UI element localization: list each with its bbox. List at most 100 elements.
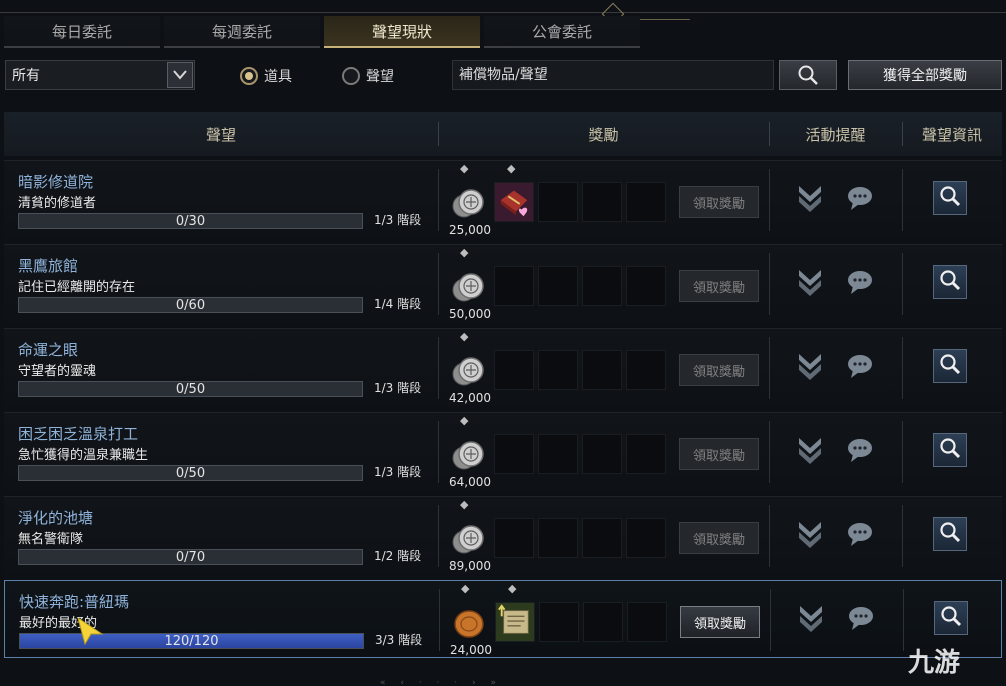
progress-bar: 0/60 (18, 297, 363, 313)
column-divider (902, 169, 903, 231)
chat-icon[interactable] (846, 437, 874, 463)
column-divider (438, 505, 439, 567)
search-icon (939, 437, 961, 463)
radio-items[interactable]: 道具 (240, 66, 292, 86)
reputation-title: 快速奔跑:普紐瑪 (19, 593, 130, 611)
claim-reward-button[interactable]: 領取獎勵 (679, 354, 759, 386)
column-divider (770, 589, 771, 651)
table-row: 困乏困乏溫泉打工 急忙獲得的溫泉兼職生 0/50 1/3 階段 ◆ 64,000… (4, 412, 1002, 490)
column-divider (769, 337, 770, 399)
reward-marker-icon: ◆ (460, 162, 469, 175)
column-activity-alert: 活動提醒 (769, 112, 902, 156)
progress-bar: 0/70 (18, 549, 363, 565)
scroll-icon[interactable] (495, 602, 535, 642)
reputation-info-button[interactable] (933, 517, 967, 551)
claim-reward-button[interactable]: 領取獎勵 (679, 186, 759, 218)
search-icon (939, 353, 961, 379)
reward-slot (626, 434, 666, 474)
table-header: 聲望 獎勵 活動提醒 聲望資訊 (4, 112, 1002, 156)
coin-amount: 42,000 (449, 391, 491, 405)
chevron-double-down-icon[interactable] (796, 351, 824, 381)
tab-bar: 每日委託 每週委託 聲望現狀 公會委託 (4, 16, 640, 48)
reputation-info-button[interactable] (933, 181, 967, 215)
tab-guild[interactable]: 公會委託 (484, 16, 640, 48)
progress-text: 120/120 (164, 634, 219, 649)
reward-marker-icon: ◆ (460, 498, 469, 511)
column-divider (769, 505, 770, 567)
reward-slot (626, 518, 666, 558)
column-divider (902, 505, 903, 567)
tab-reputation-status[interactable]: 聲望現狀 (324, 16, 480, 48)
silver-coin-icon[interactable] (450, 186, 486, 220)
reputation-title: 暗影修道院 (18, 173, 94, 191)
chevron-double-down-icon[interactable] (796, 183, 824, 213)
filter-row: 所有 道具 聲望 補償物品/聲望 獲得全部獎勵 (0, 58, 1006, 92)
column-divider (769, 169, 770, 231)
silver-coin-icon[interactable] (450, 354, 486, 388)
radio-reputation[interactable]: 聲望 (342, 66, 394, 86)
column-divider (439, 589, 440, 651)
reward-slot (582, 266, 622, 306)
claim-reward-button[interactable]: 領取獎勵 (679, 522, 759, 554)
claim-reward-button[interactable]: 領取獎勵 (679, 438, 759, 470)
progress-bar: 0/50 (18, 465, 363, 481)
reputation-info-button[interactable] (933, 265, 967, 299)
reward-slot (582, 182, 622, 222)
reputation-info-button[interactable] (934, 601, 968, 635)
chevron-double-down-icon[interactable] (796, 519, 824, 549)
progress-text: 0/70 (175, 550, 206, 565)
chevron-double-down-icon[interactable] (797, 603, 825, 633)
column-divider (902, 253, 903, 315)
chat-icon[interactable] (847, 605, 875, 631)
chat-icon[interactable] (846, 185, 874, 211)
stage-label: 3/3 階段 (375, 633, 423, 647)
reward-slot (538, 350, 578, 390)
progress-text: 0/60 (175, 298, 206, 313)
progress-bar: 0/30 (18, 213, 363, 229)
chevron-double-down-icon[interactable] (796, 435, 824, 465)
reward-slot (494, 518, 534, 558)
reputation-info-button[interactable] (933, 433, 967, 467)
table-row: 暗影修道院 清貧的修道者 0/30 1/3 階段 ◆ ◆ 25,000 領取獎勵 (4, 160, 1002, 238)
chat-icon[interactable] (846, 353, 874, 379)
stage-label: 1/4 階段 (374, 297, 422, 311)
silver-coin-icon[interactable] (450, 522, 486, 556)
gold-coin-icon[interactable] (451, 606, 487, 640)
mouse-cursor-icon (77, 616, 104, 646)
chevron-double-down-icon[interactable] (796, 267, 824, 297)
reward-slot (627, 602, 667, 642)
chevron-down-icon[interactable] (167, 62, 193, 88)
silver-coin-icon[interactable] (450, 438, 486, 472)
reward-slot (626, 266, 666, 306)
claim-reward-button[interactable]: 領取獎勵 (680, 606, 760, 638)
category-dropdown[interactable]: 所有 (5, 60, 195, 90)
search-icon (940, 605, 962, 631)
gift-box-icon[interactable] (494, 182, 534, 222)
reputation-subtitle: 無名警衛隊 (18, 532, 84, 547)
column-divider (769, 421, 770, 483)
chat-icon[interactable] (846, 269, 874, 295)
claim-all-button[interactable]: 獲得全部獎勵 (848, 60, 1002, 90)
chat-icon[interactable] (846, 521, 874, 547)
reward-slot (538, 266, 578, 306)
progress-text: 0/50 (175, 382, 206, 397)
search-icon (939, 521, 961, 547)
tab-daily[interactable]: 每日委託 (4, 16, 160, 48)
column-divider (902, 421, 903, 483)
reputation-info-button[interactable] (933, 349, 967, 383)
radio-unselected-icon[interactable] (342, 67, 360, 85)
claim-reward-button[interactable]: 領取獎勵 (679, 270, 759, 302)
pagination-strip: « ‹ · · · › » (380, 678, 502, 686)
column-divider (902, 337, 903, 399)
search-button[interactable] (779, 60, 837, 90)
radio-selected-icon[interactable] (240, 67, 258, 85)
tab-weekly[interactable]: 每週委託 (164, 16, 320, 48)
progress-bar: 120/120 (19, 633, 364, 649)
coin-amount: 24,000 (450, 643, 492, 657)
silver-coin-icon[interactable] (450, 270, 486, 304)
search-icon (939, 269, 961, 295)
search-input[interactable]: 補償物品/聲望 (452, 60, 774, 90)
reward-slot (626, 350, 666, 390)
reputation-title: 困乏困乏溫泉打工 (18, 425, 139, 443)
table-row: 快速奔跑:普紐瑪 最好的最好的 120/120 3/3 階段 ◆ ◆ 24,00… (4, 580, 1002, 658)
